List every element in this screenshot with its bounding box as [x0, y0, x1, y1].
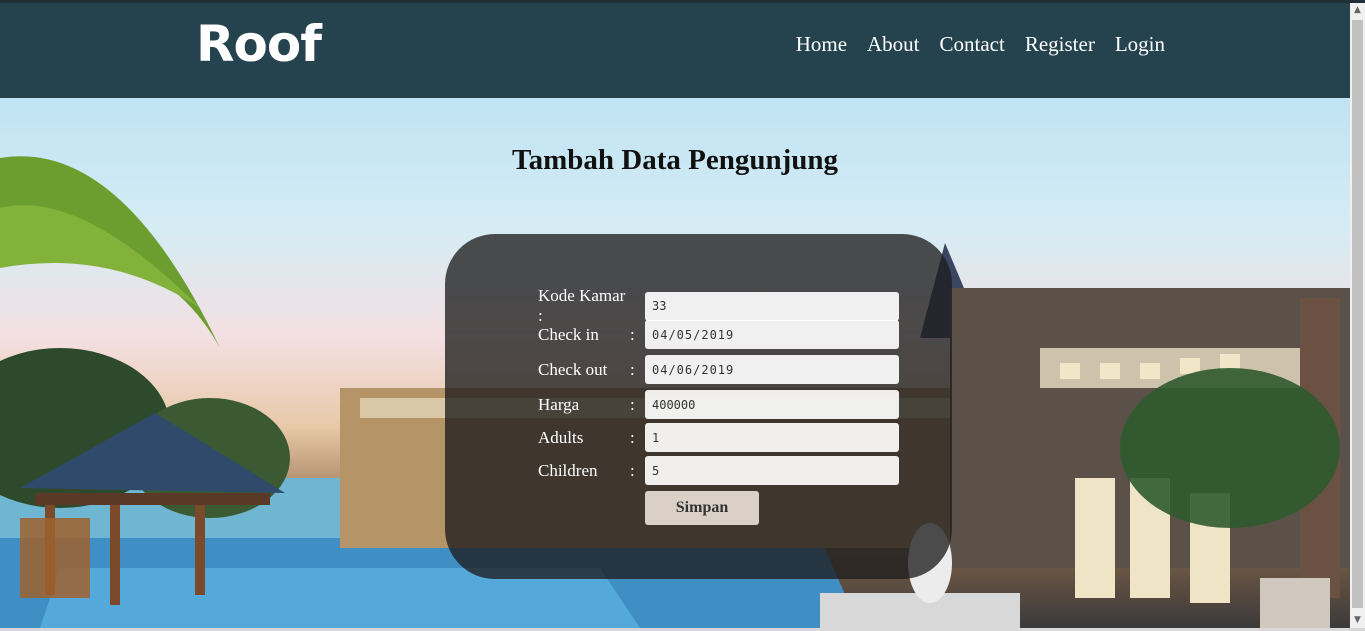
price-input[interactable]: [645, 390, 899, 419]
check-out-colon: :: [630, 359, 635, 379]
page-title: Tambah Data Pengunjung: [511, 144, 839, 176]
check-in-colon: :: [630, 324, 635, 344]
check-out-label: Check out: [538, 359, 608, 379]
adults-label: Adults: [538, 427, 584, 447]
save-button[interactable]: Simpan: [645, 491, 759, 525]
price-label: Harga: [538, 394, 580, 414]
field-row-adults: Adults :: [538, 423, 899, 452]
brand-logo[interactable]: Roof: [196, 15, 322, 73]
vertical-scrollbar[interactable]: ▲ ▼: [1350, 3, 1365, 628]
hero-background: Tambah Data Pengunjung Kode Kamar : Chec…: [0, 98, 1350, 628]
visitor-form: Kode Kamar : Check in : Check out : Harg…: [445, 234, 952, 579]
adults-colon: :: [630, 427, 635, 447]
nav-register[interactable]: Register: [1025, 32, 1095, 57]
check-out-date-input[interactable]: [645, 355, 899, 384]
nav-about[interactable]: About: [867, 32, 920, 57]
nav-contact[interactable]: Contact: [940, 32, 1005, 57]
adults-input[interactable]: [645, 423, 899, 452]
nav-home[interactable]: Home: [796, 32, 847, 57]
children-input[interactable]: [645, 456, 899, 485]
field-row-check-out: Check out :: [538, 355, 899, 384]
scroll-up-arrow-icon[interactable]: ▲: [1350, 3, 1365, 18]
scrollbar-thumb[interactable]: [1352, 20, 1363, 608]
field-row-check-in: Check in :: [538, 320, 899, 349]
children-label: Children: [538, 460, 598, 480]
field-row-price: Harga :: [538, 390, 899, 419]
main-nav: Home About Contact Register Login: [796, 32, 1165, 57]
scroll-down-arrow-icon[interactable]: ▼: [1350, 613, 1365, 628]
check-in-date-input[interactable]: [645, 320, 899, 349]
navbar: Roof Home About Contact Register Login: [0, 3, 1350, 98]
nav-login[interactable]: Login: [1115, 32, 1165, 57]
price-colon: :: [630, 394, 635, 414]
check-in-label: Check in: [538, 324, 599, 344]
children-colon: :: [630, 460, 635, 480]
field-row-children: Children :: [538, 456, 899, 485]
room-code-input[interactable]: [645, 291, 899, 321]
